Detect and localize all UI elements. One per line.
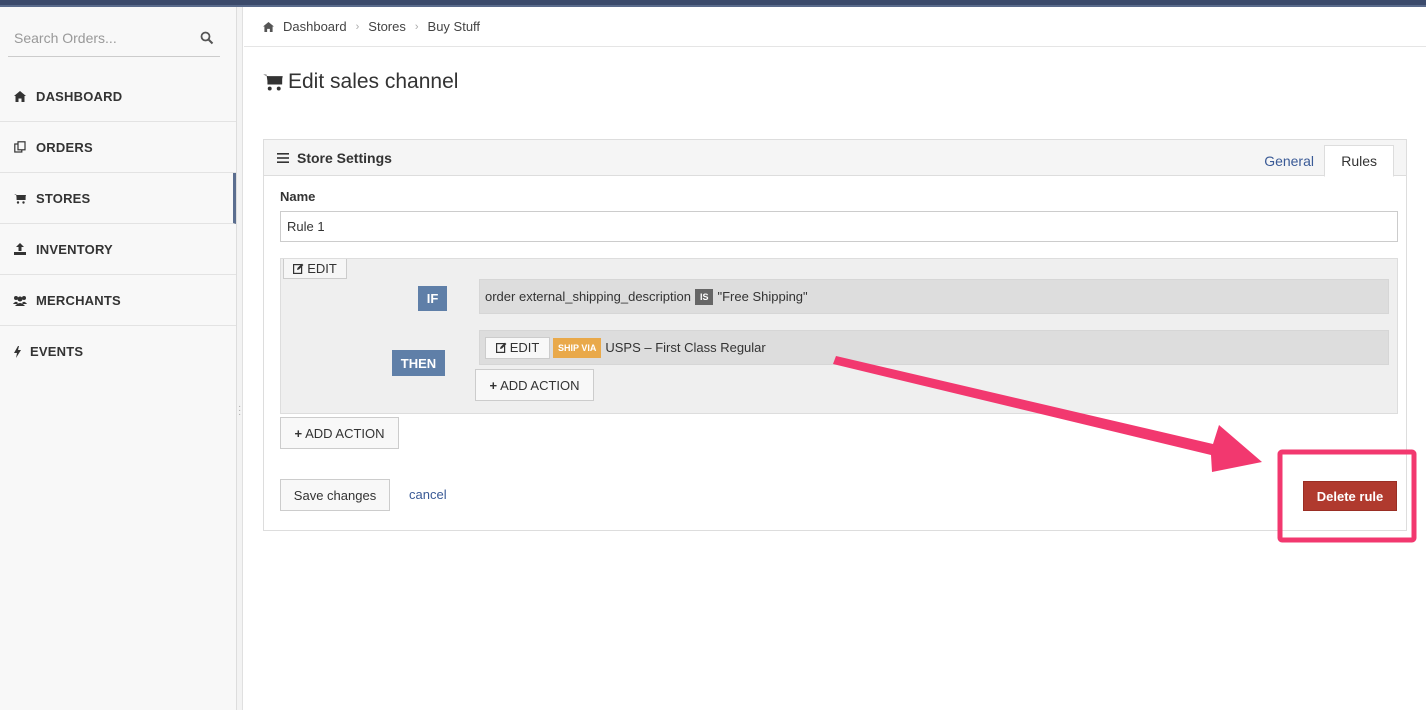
action-row: EDIT SHIP VIA USPS – First Class Regular xyxy=(479,330,1389,365)
page-title: Edit sales channel xyxy=(263,70,458,94)
plus-icon: + xyxy=(489,377,498,393)
ship-via-badge: SHIP VIA xyxy=(553,337,602,358)
orders-icon xyxy=(13,140,27,154)
add-action-outer-button[interactable]: + ADD ACTION xyxy=(280,417,399,449)
condition-row: order external_shipping_description IS "… xyxy=(479,279,1389,314)
breadcrumb-current: Buy Stuff xyxy=(427,19,481,34)
sidebar-item-label: DASHBOARD xyxy=(36,88,123,104)
cancel-link[interactable]: cancel xyxy=(409,487,447,502)
delete-rule-button[interactable]: Delete rule xyxy=(1303,481,1397,511)
breadcrumb-stores[interactable]: Stores xyxy=(368,19,406,34)
home-icon xyxy=(263,21,274,32)
users-icon xyxy=(13,293,27,307)
add-action-label: ADD ACTION xyxy=(305,425,385,441)
action-value: USPS – First Class Regular xyxy=(605,340,766,355)
sidebar-item-label: INVENTORY xyxy=(36,241,113,257)
sidebar-item-label: MERCHANTS xyxy=(36,292,121,308)
condition-field: order external_shipping_description xyxy=(485,289,691,304)
save-changes-button[interactable]: Save changes xyxy=(280,479,390,511)
panel-header: Store Settings General Rules xyxy=(264,140,1406,177)
sidebar: DASHBOARD ORDERS STORES INVENTORY MERCHA… xyxy=(0,7,237,710)
sidebar-item-merchants[interactable]: MERCHANTS xyxy=(0,275,236,326)
if-badge: IF xyxy=(418,286,447,311)
page-title-text: Edit sales channel xyxy=(288,70,459,93)
cart-icon xyxy=(263,74,283,91)
panel-title: Store Settings xyxy=(277,150,392,166)
store-settings-panel: Store Settings General Rules Name EDIT I… xyxy=(263,139,1407,531)
name-label: Name xyxy=(280,189,316,204)
tab-rules[interactable]: Rules xyxy=(1324,145,1394,177)
home-icon xyxy=(13,89,27,103)
edit-icon xyxy=(495,342,507,353)
edit-action-button[interactable]: EDIT xyxy=(485,336,550,359)
condition-value: "Free Shipping" xyxy=(717,289,808,304)
sidebar-nav: DASHBOARD ORDERS STORES INVENTORY MERCHA… xyxy=(0,71,236,377)
cart-icon xyxy=(13,191,27,205)
chevron-right-icon: › xyxy=(414,20,419,33)
rule-box: EDIT IF order external_shipping_descript… xyxy=(280,258,1398,414)
sidebar-splitter[interactable]: · · · xyxy=(237,7,243,710)
then-badge: THEN xyxy=(392,350,445,376)
sidebar-item-events[interactable]: EVENTS xyxy=(0,326,236,377)
top-bar xyxy=(0,0,1426,7)
tab-general[interactable]: General xyxy=(1248,145,1330,177)
sidebar-item-stores[interactable]: STORES xyxy=(0,173,236,224)
search-box xyxy=(8,21,220,57)
search-icon[interactable] xyxy=(200,31,214,45)
sidebar-item-label: EVENTS xyxy=(30,344,84,359)
sidebar-item-label: ORDERS xyxy=(36,139,93,155)
operator-badge: IS xyxy=(694,288,714,305)
bars-icon xyxy=(277,153,289,163)
chevron-right-icon: › xyxy=(355,20,360,33)
main-content: Dashboard › Stores › Buy Stuff Edit sale… xyxy=(244,7,1426,710)
breadcrumb-dashboard[interactable]: Dashboard xyxy=(283,19,347,34)
edit-label: EDIT xyxy=(509,340,540,355)
edit-icon xyxy=(293,263,304,274)
edit-label: EDIT xyxy=(307,261,337,276)
plus-icon: + xyxy=(294,425,303,441)
sidebar-item-inventory[interactable]: INVENTORY xyxy=(0,224,236,275)
bolt-icon xyxy=(13,345,21,359)
edit-rule-button[interactable]: EDIT xyxy=(283,259,347,279)
sidebar-item-dashboard[interactable]: DASHBOARD xyxy=(0,71,236,122)
panel-title-text: Store Settings xyxy=(297,150,392,166)
upload-icon xyxy=(13,242,27,256)
breadcrumb: Dashboard › Stores › Buy Stuff xyxy=(244,7,1426,47)
name-field[interactable] xyxy=(280,211,1398,242)
sidebar-item-label: STORES xyxy=(36,190,91,206)
add-action-label: ADD ACTION xyxy=(500,377,580,393)
add-action-inner-button[interactable]: + ADD ACTION xyxy=(475,369,594,401)
search-input[interactable] xyxy=(8,21,188,55)
sidebar-item-orders[interactable]: ORDERS xyxy=(0,122,236,173)
